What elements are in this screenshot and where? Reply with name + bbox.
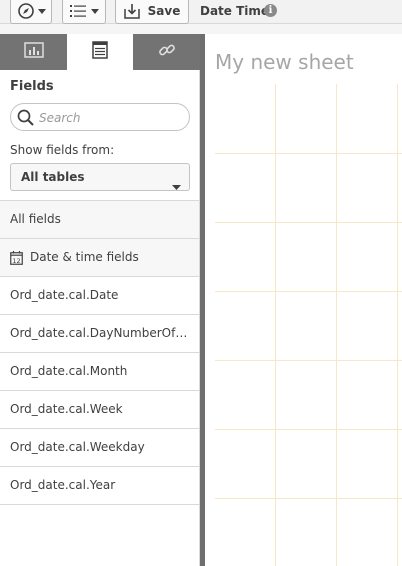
field-item-label: Ord_date.cal.Date xyxy=(10,288,119,302)
search-icon xyxy=(17,109,34,130)
field-item[interactable]: Ord_date.cal.Week xyxy=(0,390,199,428)
list-icon xyxy=(69,4,88,18)
chevron-down-icon xyxy=(37,8,46,14)
grid-line xyxy=(397,84,398,566)
field-item[interactable]: Ord_date.cal.Month xyxy=(0,352,199,390)
list-item-label: All fields xyxy=(10,212,61,226)
field-item[interactable]: Ord_date.cal.Weekday xyxy=(0,428,199,466)
link-icon xyxy=(158,41,176,63)
list-divider xyxy=(0,504,199,505)
grid-line xyxy=(336,84,337,566)
show-fields-from-label: Show fields from: xyxy=(10,143,115,157)
field-item-label: Ord_date.cal.Year xyxy=(10,478,116,492)
search-field[interactable] xyxy=(10,103,190,131)
list-item-all-fields[interactable]: All fields xyxy=(0,200,199,238)
calendar-icon-text: 12 xyxy=(12,257,20,265)
app-title: Date Time xyxy=(200,4,270,18)
field-list: All fields 12 Date & time fields Ord_dat… xyxy=(0,200,199,505)
chevron-down-icon xyxy=(90,8,99,14)
assets-panel: Fields Show fields from: All tables All … xyxy=(0,34,200,566)
grid-line xyxy=(215,498,402,499)
field-item[interactable]: Ord_date.cal.DayNumberOfY... xyxy=(0,314,199,352)
sheet-canvas[interactable]: My new sheet xyxy=(205,34,402,566)
table-select[interactable]: All tables xyxy=(10,163,190,191)
tab-fields[interactable] xyxy=(67,34,133,70)
table-select-value: All tables xyxy=(21,170,85,184)
grid-line xyxy=(215,360,402,361)
menu-button[interactable] xyxy=(62,0,106,24)
list-item-date-time-fields[interactable]: 12 Date & time fields xyxy=(0,238,199,276)
grid-line xyxy=(275,84,276,566)
tab-master-items[interactable] xyxy=(133,34,200,70)
field-item-label: Ord_date.cal.DayNumberOfY... xyxy=(10,326,190,340)
grid-line xyxy=(215,429,402,430)
grid-line xyxy=(215,153,402,154)
chart-icon xyxy=(23,42,44,62)
toolbar: Save Date Time i xyxy=(0,0,402,24)
field-item[interactable]: Ord_date.cal.Date xyxy=(0,276,199,314)
info-icon[interactable]: i xyxy=(264,4,277,17)
panel-tabs xyxy=(0,34,200,70)
grid-line xyxy=(215,291,402,292)
navigation-button[interactable] xyxy=(10,0,52,24)
calendar-icon: 12 xyxy=(10,251,23,268)
chevron-down-icon xyxy=(172,175,181,194)
fields-heading: Fields xyxy=(10,79,54,94)
field-item[interactable]: Ord_date.cal.Year xyxy=(0,466,199,504)
save-label: Save xyxy=(147,4,181,18)
field-item-label: Ord_date.cal.Weekday xyxy=(10,440,145,454)
sheet-grid xyxy=(215,84,402,566)
save-icon xyxy=(123,3,140,19)
fields-icon xyxy=(92,41,108,63)
compass-icon xyxy=(17,2,35,20)
field-item-label: Ord_date.cal.Month xyxy=(10,364,128,378)
list-item-label: Date & time fields xyxy=(30,250,139,264)
save-button[interactable]: Save xyxy=(115,0,189,24)
sheet-title[interactable]: My new sheet xyxy=(215,50,354,74)
grid-line xyxy=(215,222,402,223)
search-input[interactable] xyxy=(37,107,186,129)
field-item-label: Ord_date.cal.Week xyxy=(10,402,123,416)
tab-charts[interactable] xyxy=(0,34,67,70)
